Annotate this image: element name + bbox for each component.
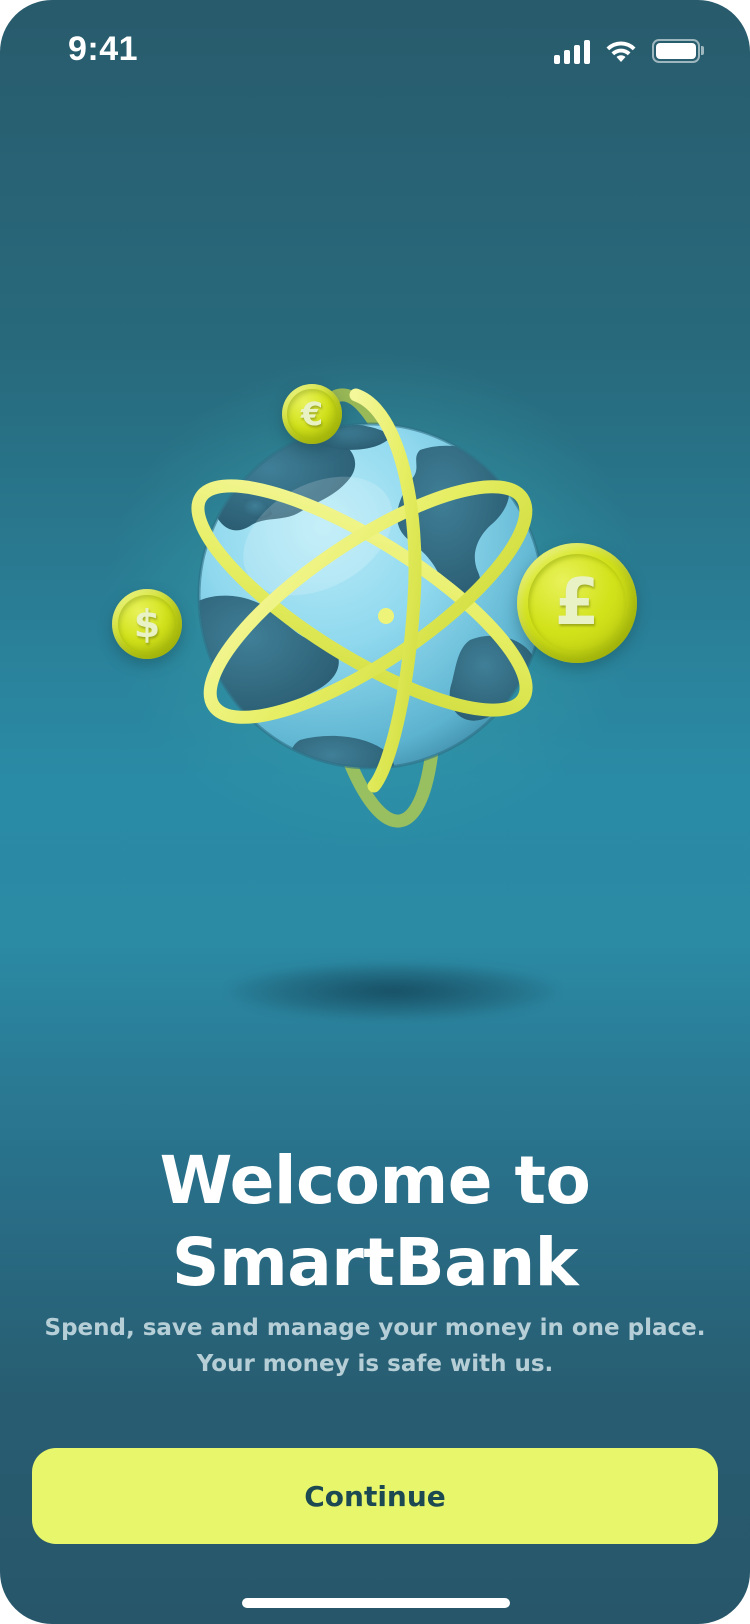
subtitle-line2: Your money is safe with us. xyxy=(196,1351,554,1377)
subtitle-line1: Spend, save and manage your money in one… xyxy=(44,1315,706,1341)
globe-illustration: € $ £ xyxy=(0,340,750,1060)
welcome-title: Welcome to SmartBank xyxy=(0,1140,750,1304)
welcome-screen: 9:41 € $ £ Welcome to SmartBank Spend, s… xyxy=(0,0,750,1624)
globe-shadow xyxy=(228,962,558,1020)
home-indicator[interactable] xyxy=(242,1598,510,1608)
dollar-coin-icon: $ xyxy=(112,589,182,659)
euro-coin-icon: € xyxy=(282,384,342,444)
cellular-signal-icon xyxy=(554,38,590,64)
globe-icon xyxy=(191,388,545,828)
wifi-icon xyxy=(606,41,636,62)
welcome-title-line1: Welcome to xyxy=(159,1142,591,1219)
status-bar: 9:41 xyxy=(0,0,750,104)
pound-coin-icon: £ xyxy=(517,543,637,663)
continue-button[interactable]: Continue xyxy=(32,1448,718,1544)
status-icons xyxy=(554,38,704,64)
welcome-title-line2: SmartBank xyxy=(171,1224,579,1301)
battery-icon xyxy=(652,39,704,63)
welcome-subtitle: Spend, save and manage your money in one… xyxy=(40,1310,710,1382)
status-time: 9:41 xyxy=(68,30,139,68)
